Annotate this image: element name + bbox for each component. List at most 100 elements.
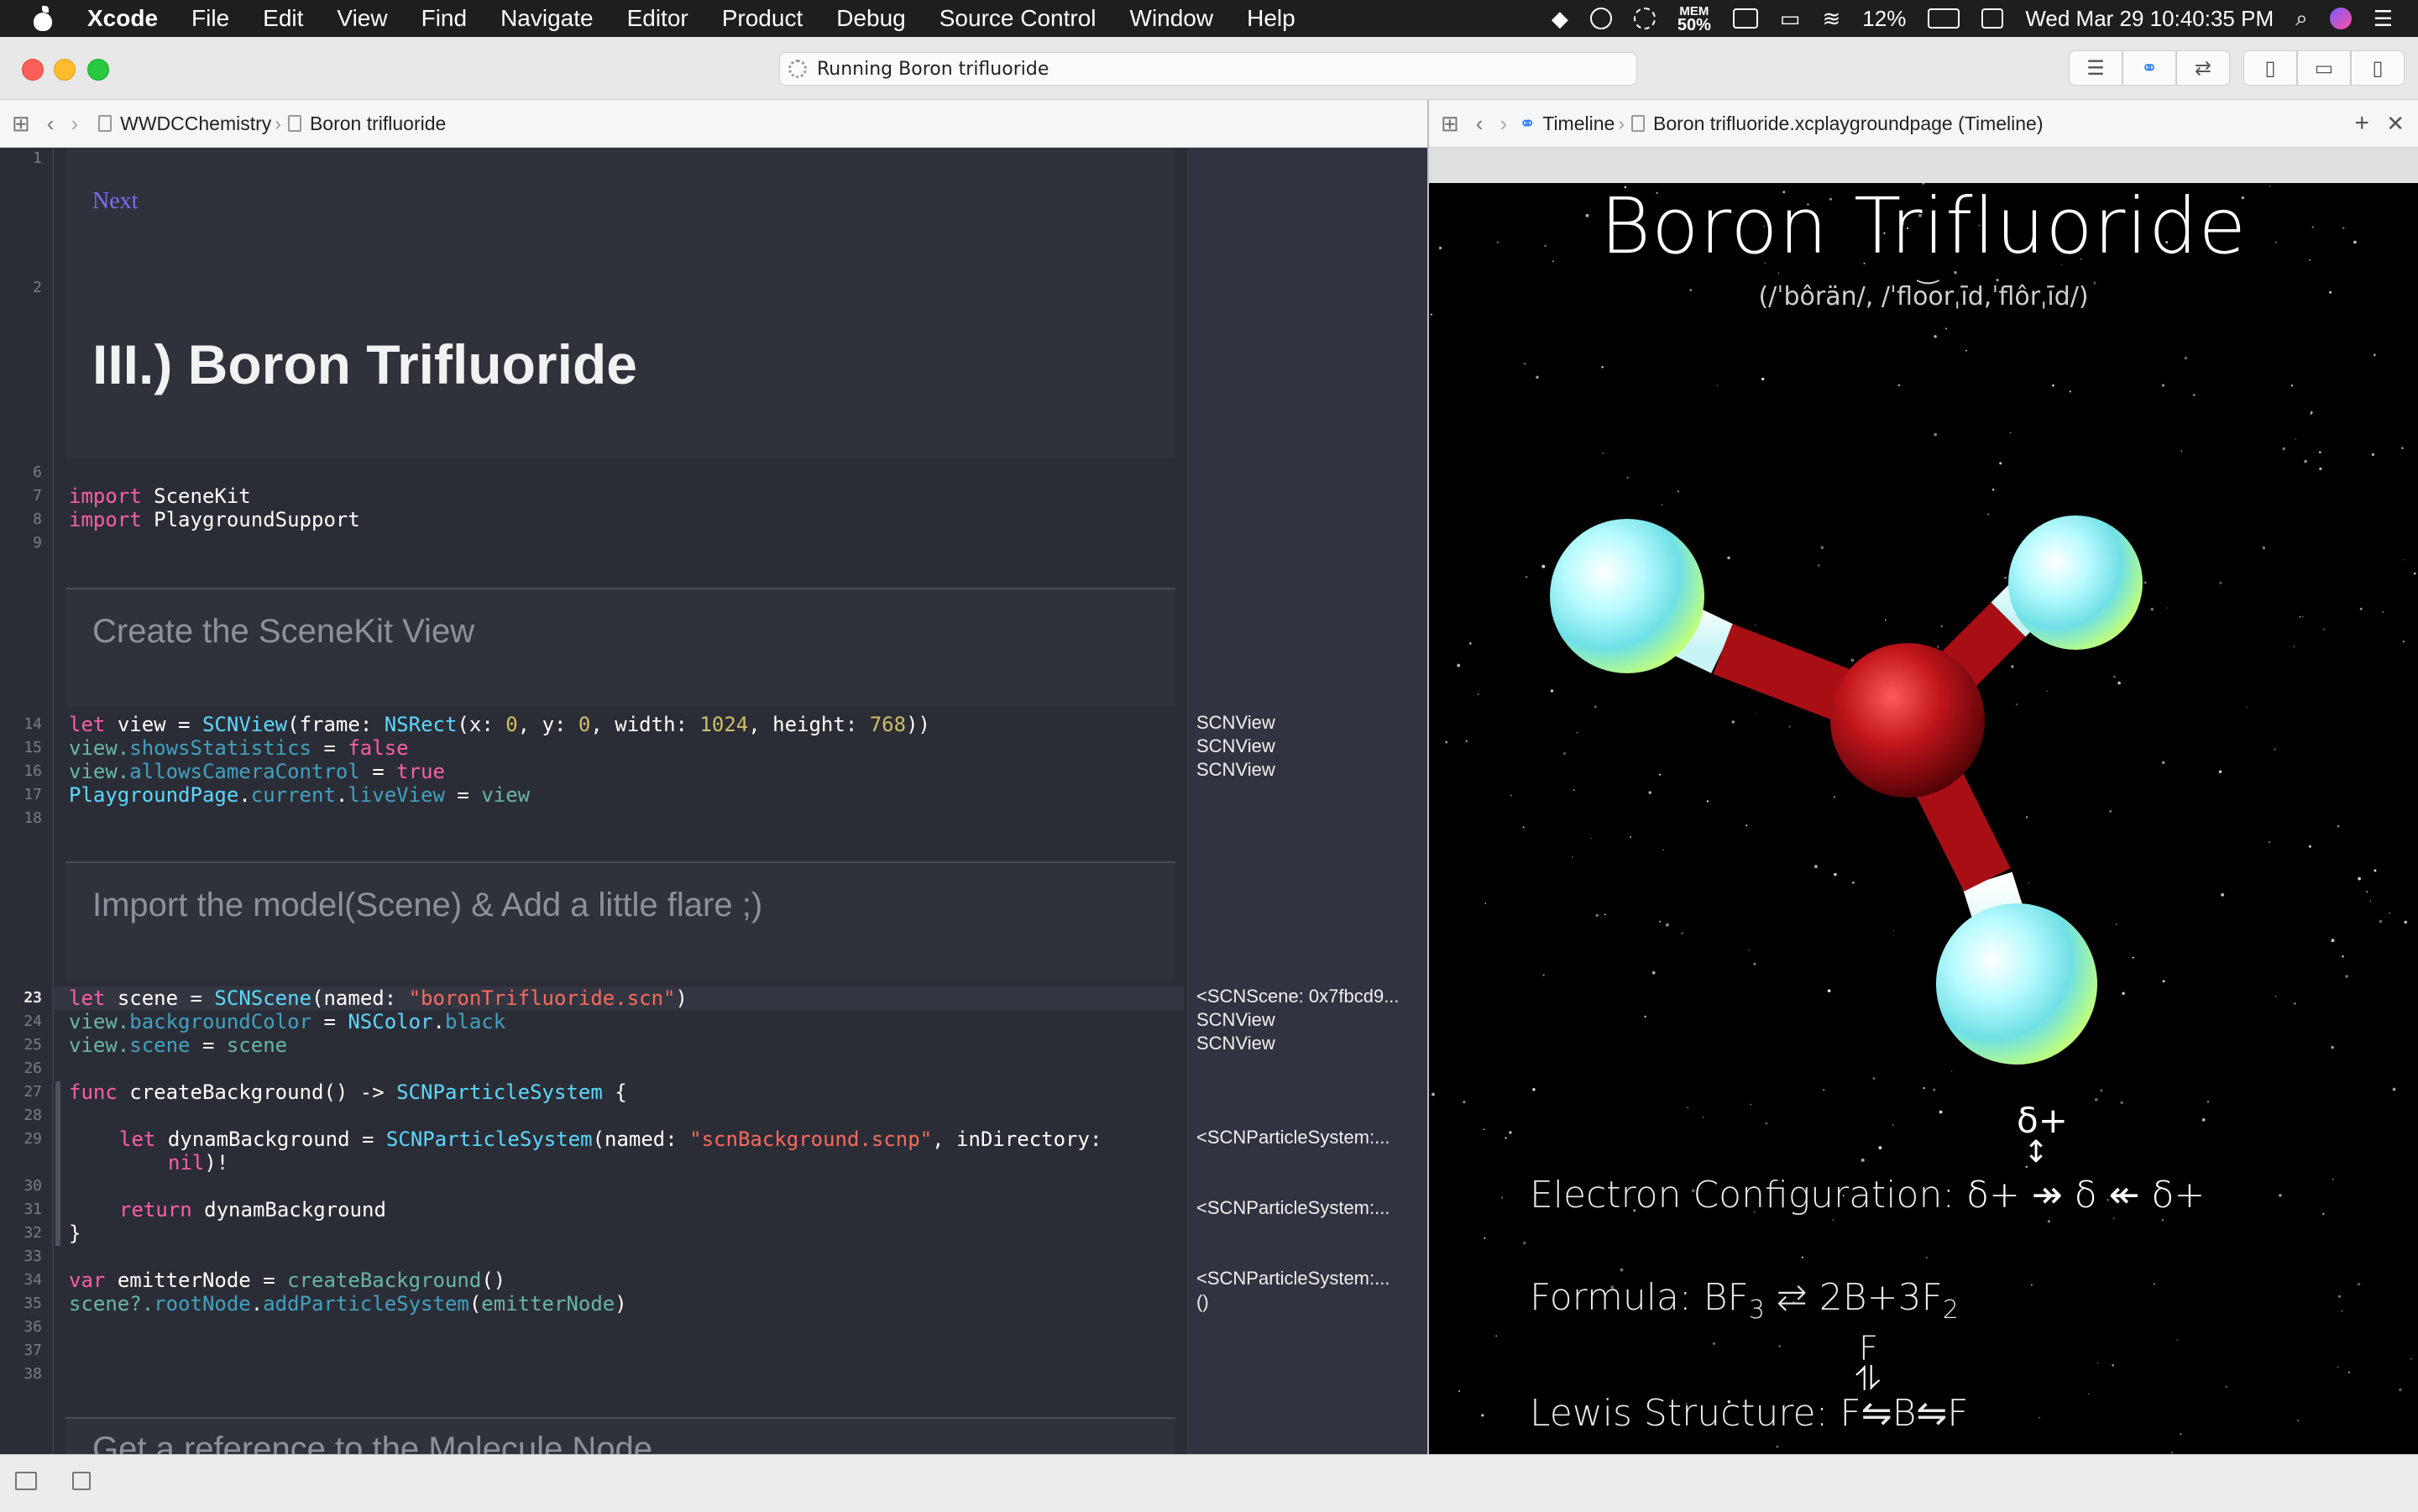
menu-find[interactable]: Find [421,5,467,32]
line-number: 6 [33,463,42,481]
spotlight-icon[interactable]: ⌕ [2295,5,2308,32]
notification-center-icon[interactable]: ☰ [2374,6,2393,32]
fluorine-atom[interactable] [1550,519,1704,673]
apple-icon[interactable] [32,6,54,31]
code-fold-ribbon[interactable] [55,1081,60,1246]
scenekit-live-view[interactable]: Boron Trifluoride (/ˈbôrän/, /ˈflo͝orˌīd… [1429,183,2418,1454]
sync-icon[interactable] [1633,8,1656,29]
menu-help[interactable]: Help [1247,5,1295,32]
menu-file[interactable]: File [191,5,229,32]
code-line-8[interactable]: import PlaygroundSupport [69,508,360,531]
memory-status[interactable]: MEM 50% [1677,5,1711,34]
memory-chip-icon[interactable] [1732,8,1758,29]
molecule-model[interactable] [1429,183,2418,1454]
result-value[interactable]: SCNView [1196,1009,1427,1031]
code-line-14[interactable]: let view = SCNView(frame: NSRect(x: 0, y… [69,713,930,736]
result-value[interactable]: <SCNParticleSystem:... [1196,1268,1427,1290]
code-line-16[interactable]: view.allowsCameraControl = true [69,760,445,783]
back-icon[interactable]: ‹ [47,111,55,137]
hide-debug-area-icon[interactable] [15,1472,37,1490]
code-line-32[interactable]: } [69,1222,81,1245]
dropbox-icon[interactable]: ◆ [1552,6,1568,32]
code-line-7[interactable]: import SceneKit [69,484,251,508]
forward-icon[interactable]: › [1499,111,1507,137]
version-editor-button[interactable]: ⇄ [2176,50,2230,86]
code-line-27[interactable]: func createBackground() -> SCNParticleSy… [69,1080,627,1104]
breadcrumb-project[interactable]: WWDCChemistry [120,112,271,135]
assistant-editor-button[interactable]: ⚭ [2122,50,2176,86]
menu-app-name[interactable]: Xcode [87,5,158,32]
code-line-24[interactable]: view.backgroundColor = NSColor.black [69,1010,505,1033]
utilities-toggle-button[interactable]: ▯ [2351,50,2405,86]
menu-product[interactable]: Product [722,5,803,32]
add-editor-icon[interactable]: + [2354,109,2369,138]
molecule-title: Boron Trifluoride [1599,183,2248,271]
editor-jump-bar: ⊞ ‹ › WWDCChemistry › Boron trifluoride [0,100,1427,148]
lewis-structure: Lewis Structure: F⇋B⇋F [1530,1392,1969,1435]
debug-area-toggle-button[interactable]: ▭ [2297,50,2351,86]
menu-debug[interactable]: Debug [836,5,906,32]
code-line-31[interactable]: return dynamBackground [119,1198,386,1222]
next-page-link[interactable]: Next [92,188,138,215]
stop-run-icon[interactable] [72,1472,91,1490]
code-line-35[interactable]: scene?.rootNode.addParticleSystem(emitte… [69,1292,627,1316]
result-value[interactable]: <SCNParticleSystem:... [1196,1197,1427,1219]
creative-cloud-icon[interactable] [1589,8,1612,29]
result-value[interactable]: <SCNParticleSystem:... [1196,1127,1427,1148]
code-line-34[interactable]: var emitterNode = createBackground() [69,1269,505,1292]
menu-editor[interactable]: Editor [627,5,688,32]
boron-atom[interactable] [1830,643,1985,798]
menu-edit[interactable]: Edit [263,5,303,32]
breadcrumb-timeline[interactable]: Timeline [1542,112,1615,135]
results-sidebar: SCNView SCNView SCNView <SCNScene: 0x7fb… [1185,148,1427,1454]
breadcrumb-page[interactable]: Boron trifluoride [310,112,446,135]
forward-icon[interactable]: › [71,111,78,137]
siri-icon[interactable] [2329,8,2352,29]
close-window-button[interactable] [22,59,44,81]
result-value[interactable]: () [1196,1291,1427,1313]
line-number: 9 [33,534,42,552]
code-line-15[interactable]: view.showsStatistics = false [69,736,409,760]
wifi-icon[interactable]: ≋ [1822,6,1840,32]
fluorine-atom[interactable] [1936,903,2097,1065]
code-line-17[interactable]: PlaygroundPage.current.liveView = view [69,783,530,807]
battery-icon[interactable] [1928,8,1960,29]
result-value[interactable]: SCNView [1196,759,1427,781]
breadcrumb-timeline-file[interactable]: Boron trifluoride.xcplaygroundpage (Time… [1653,112,2044,135]
source-editor[interactable]: 1 2 6 7 8 9 14 15 16 17 18 23 24 25 26 2… [0,148,1427,1454]
menu-source-control[interactable]: Source Control [939,5,1096,32]
result-value[interactable]: SCNView [1196,712,1427,734]
navigator-toggle-button[interactable]: ▯ [2243,50,2297,86]
fluorine-atom[interactable] [2008,515,2143,650]
back-icon[interactable]: ‹ [1476,111,1484,137]
menu-bar: Xcode File Edit View Find Navigate Edito… [0,0,2418,37]
result-value[interactable]: SCNView [1196,1033,1427,1054]
menu-view[interactable]: View [337,5,387,32]
result-value[interactable]: <SCNScene: 0x7fbcd9... [1196,986,1427,1007]
minimize-window-button[interactable] [54,59,76,81]
zoom-window-button[interactable] [87,59,109,81]
line-number: 24 [24,1012,42,1030]
battery-percent[interactable]: 12% [1862,6,1906,32]
related-items-icon[interactable]: ⊞ [12,111,30,137]
lines-icon: ☰ [2086,56,2105,80]
activity-view: Running Boron trifluoride [779,52,1637,86]
related-items-icon[interactable]: ⊞ [1441,111,1459,137]
menu-navigate[interactable]: Navigate [500,5,594,32]
calendar-icon[interactable] [1981,8,2004,29]
menu-clock[interactable]: Wed Mar 29 10:40:35 PM [2025,6,2274,32]
section-heading-import-model: Import the model(Scene) & Add a little f… [92,887,763,923]
line-number: 33 [24,1248,42,1265]
code-line-29[interactable]: let dynamBackground = SCNParticleSystem(… [119,1127,1102,1151]
code-line-29-wrap[interactable]: nil)! [168,1151,228,1175]
result-value[interactable]: SCNView [1196,735,1427,757]
line-number: 2 [33,279,42,296]
rings-icon: ⚭ [2140,56,2159,80]
code-line-25[interactable]: view.scene = scene [69,1033,287,1057]
close-editor-icon[interactable]: ✕ [2386,111,2405,137]
code-line-23[interactable]: let scene = SCNScene(named: "boronTriflu… [69,986,688,1010]
standard-editor-button[interactable]: ☰ [2069,50,2122,86]
markup-header-block [65,148,1175,458]
menu-window[interactable]: Window [1130,5,1214,32]
airplay-icon[interactable]: ▭ [1780,6,1801,32]
